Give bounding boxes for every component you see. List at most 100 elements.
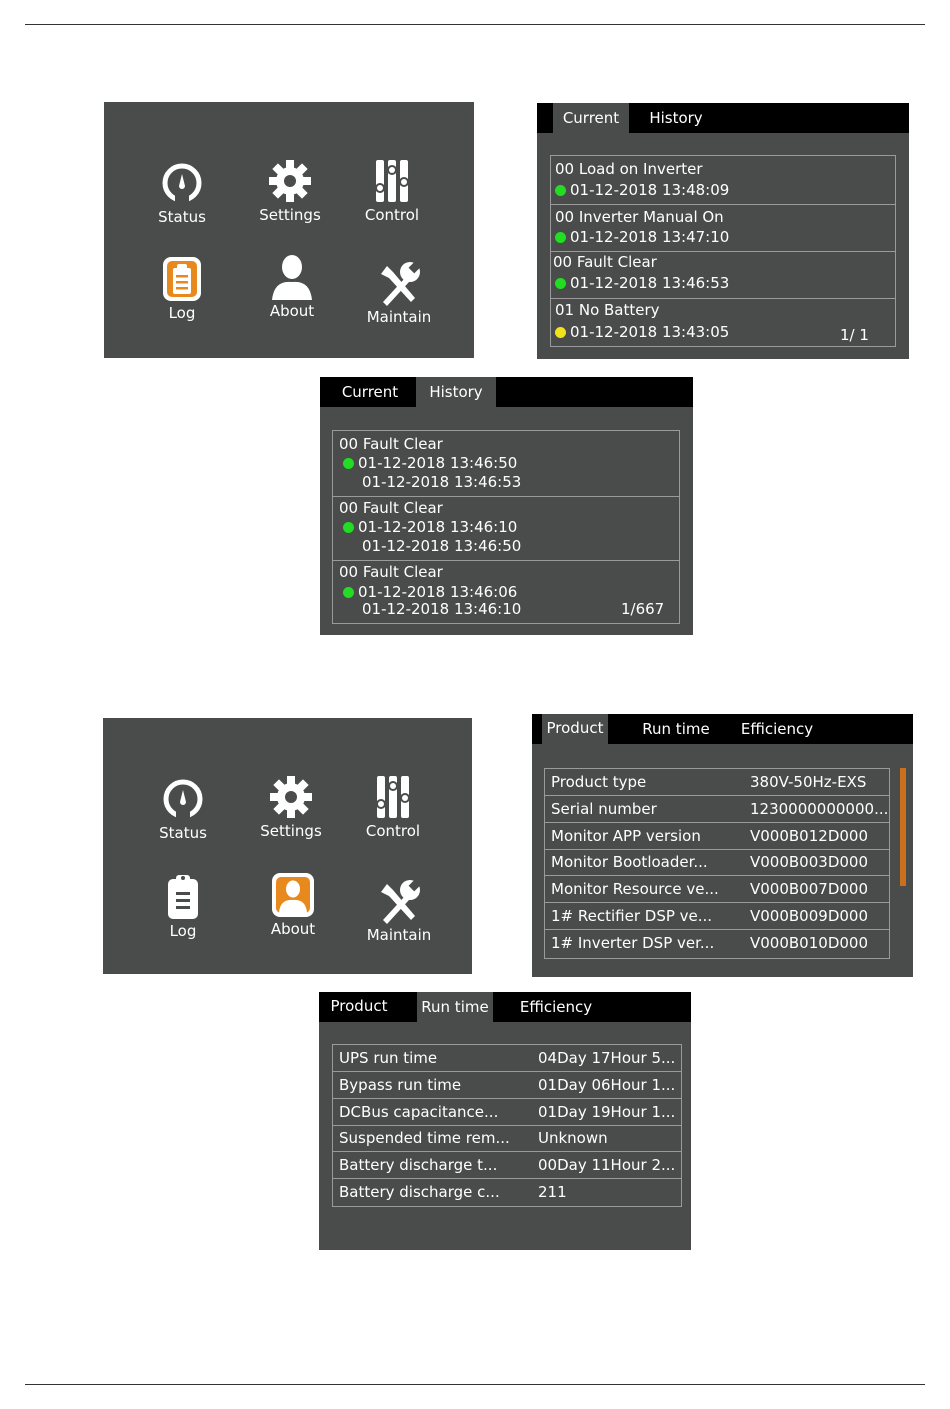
menu-settings[interactable]: Settings — [240, 158, 340, 224]
row-key: Product type — [551, 773, 647, 791]
table-row[interactable]: Battery discharge t... 00Day 11Hour 2... — [333, 1152, 681, 1180]
gear-icon — [266, 158, 314, 204]
table-row[interactable]: Bypass run time 01Day 06Hour 1... — [333, 1072, 681, 1099]
table-row[interactable]: Suspended time rem... Unknown — [333, 1125, 681, 1153]
log-entry-title: 00 Fault Clear — [339, 563, 443, 581]
row-value: V000B003D000 — [750, 853, 868, 872]
table-row[interactable]: Monitor APP version V000B012D000 — [545, 823, 889, 850]
main-menu-screen-log: Status Settings Control Log About Mainta… — [104, 102, 474, 358]
tab-current[interactable]: Current — [330, 377, 410, 407]
status-dot — [343, 458, 354, 469]
menu-control-label: Control — [364, 206, 420, 224]
row-value: V000B012D000 — [750, 826, 868, 845]
bottom-rule — [25, 1384, 925, 1385]
status-dot — [555, 327, 566, 338]
menu-about[interactable]: About — [243, 872, 343, 938]
row-key: Battery discharge c... — [339, 1183, 500, 1201]
gauge-icon — [159, 776, 207, 822]
log-entry-title: 00 Fault Clear — [339, 435, 443, 453]
log-entry-start: 01-12-2018 13:46:06 — [358, 583, 518, 601]
status-dot — [343, 522, 354, 533]
sliders-icon — [368, 158, 416, 204]
list-item[interactable]: 00 Fault Clear 01-12-2018 13:46:50 01-12… — [333, 431, 679, 497]
list-item[interactable]: 00 Load on Inverter 01-12-2018 13:48:09 — [551, 156, 895, 205]
menu-status[interactable]: Status — [133, 776, 233, 842]
tab-run-time[interactable]: Run time — [417, 992, 493, 1022]
table-row[interactable]: 1# Inverter DSP ver... V000B010D000 — [545, 930, 889, 956]
clipboard-icon — [158, 256, 206, 302]
menu-log[interactable]: Log — [133, 874, 233, 940]
table-row[interactable]: 1# Rectifier DSP ve... V000B009D000 — [545, 903, 889, 930]
tab-product[interactable]: Product — [542, 714, 608, 744]
table-row[interactable]: UPS run time 04Day 17Hour 5... — [333, 1045, 681, 1072]
log-entry-time: 01-12-2018 13:48:09 — [570, 181, 730, 199]
table-row[interactable]: DCBus capacitance... 01Day 19Hour 1... — [333, 1099, 681, 1126]
menu-control[interactable]: Control — [342, 158, 442, 224]
list-item[interactable]: 00 Inverter Manual On 01-12-2018 13:47:1… — [551, 205, 895, 252]
tab-history[interactable]: History — [635, 103, 717, 133]
log-entry-time-row: 01-12-2018 13:47:10 — [555, 228, 729, 246]
tab-efficiency[interactable]: Efficiency — [732, 714, 822, 744]
menu-about-label: About — [269, 302, 315, 320]
row-key: Suspended time rem... — [339, 1129, 510, 1148]
about-product-screen: Product Run time Efficiency Product type… — [532, 714, 913, 977]
row-value: V000B009D000 — [750, 907, 868, 925]
menu-about-label: About — [270, 920, 316, 938]
gear-icon — [267, 774, 315, 820]
menu-settings[interactable]: Settings — [241, 774, 341, 840]
about-tab-bar: Product Run time Efficiency — [319, 992, 691, 1022]
log-entry-time-row: 01-12-2018 13:43:05 — [555, 323, 729, 341]
row-key: Monitor Resource ve... — [551, 880, 719, 899]
tab-history[interactable]: History — [416, 377, 496, 407]
log-current-screen: Current History 00 Load on Inverter 01-1… — [537, 103, 909, 359]
menu-log[interactable]: Log — [132, 256, 232, 322]
status-dot — [555, 232, 566, 243]
log-entry-start-row: 01-12-2018 13:46:06 — [343, 583, 517, 601]
status-dot — [555, 278, 566, 289]
runtime-info-table: UPS run time 04Day 17Hour 5... Bypass run … — [332, 1044, 682, 1207]
menu-status[interactable]: Status — [132, 160, 232, 226]
tools-icon — [375, 260, 423, 306]
log-history-screen: Current History 00 Fault Clear 01-12-201… — [320, 377, 693, 635]
table-row[interactable]: Monitor Resource ve... V000B007D000 — [545, 876, 889, 904]
row-value: 380V-50Hz-EXS — [750, 773, 867, 791]
tab-current[interactable]: Current — [553, 103, 629, 133]
menu-status-label: Status — [158, 208, 206, 226]
row-key: 1# Rectifier DSP ve... — [551, 907, 713, 925]
list-item[interactable]: 01 No Battery 01-12-2018 13:43:05 1/ 1 — [551, 299, 895, 345]
menu-about[interactable]: About — [242, 254, 342, 320]
log-entry-time-row: 01-12-2018 13:46:53 — [555, 274, 729, 292]
list-item[interactable]: 00 Fault Clear 01-12-2018 13:46:06 01-12… — [333, 561, 679, 622]
table-row[interactable]: Serial number 1230000000000... — [545, 796, 889, 823]
log-entry-title: 00 Load on Inverter — [555, 160, 703, 178]
tab-efficiency[interactable]: Efficiency — [511, 992, 601, 1022]
history-log-list: 00 Fault Clear 01-12-2018 13:46:50 01-12… — [332, 430, 680, 624]
menu-settings-label: Settings — [259, 206, 321, 224]
scrollbar[interactable] — [900, 768, 906, 886]
log-entry-title: 00 Fault Clear — [553, 253, 657, 271]
list-item[interactable]: 00 Fault Clear 01-12-2018 13:46:10 01-12… — [333, 497, 679, 561]
row-value: V000B010D000 — [750, 933, 868, 952]
menu-settings-label: Settings — [260, 822, 322, 840]
table-row[interactable]: Product type 380V-50Hz-EXS — [545, 769, 889, 796]
list-item[interactable]: 00 Fault Clear 01-12-2018 13:46:53 — [551, 252, 895, 299]
log-entry-start: 01-12-2018 13:46:10 — [358, 518, 518, 536]
status-dot — [343, 587, 354, 598]
menu-control[interactable]: Control — [343, 774, 443, 840]
user-icon — [269, 872, 317, 918]
log-entry-time: 01-12-2018 13:47:10 — [570, 228, 730, 246]
row-key: UPS run time — [339, 1049, 438, 1067]
tab-product[interactable]: Product — [323, 992, 395, 1022]
row-key: Monitor Bootloader... — [551, 853, 708, 872]
about-tab-bar: Product Run time Efficiency — [532, 714, 913, 744]
sliders-icon — [369, 774, 417, 820]
menu-maintain[interactable]: Maintain — [349, 878, 449, 944]
table-row[interactable]: Battery discharge c... 211 — [333, 1179, 681, 1205]
table-row[interactable]: Monitor Bootloader... V000B003D000 — [545, 849, 889, 877]
menu-maintain-label: Maintain — [366, 926, 432, 944]
log-entry-end: 01-12-2018 13:46:50 — [362, 537, 522, 555]
menu-status-label: Status — [159, 824, 207, 842]
product-info-table: Product type 380V-50Hz-EXS Serial number 12… — [544, 768, 890, 959]
menu-maintain[interactable]: Maintain — [349, 260, 449, 326]
tab-run-time[interactable]: Run time — [632, 714, 720, 744]
